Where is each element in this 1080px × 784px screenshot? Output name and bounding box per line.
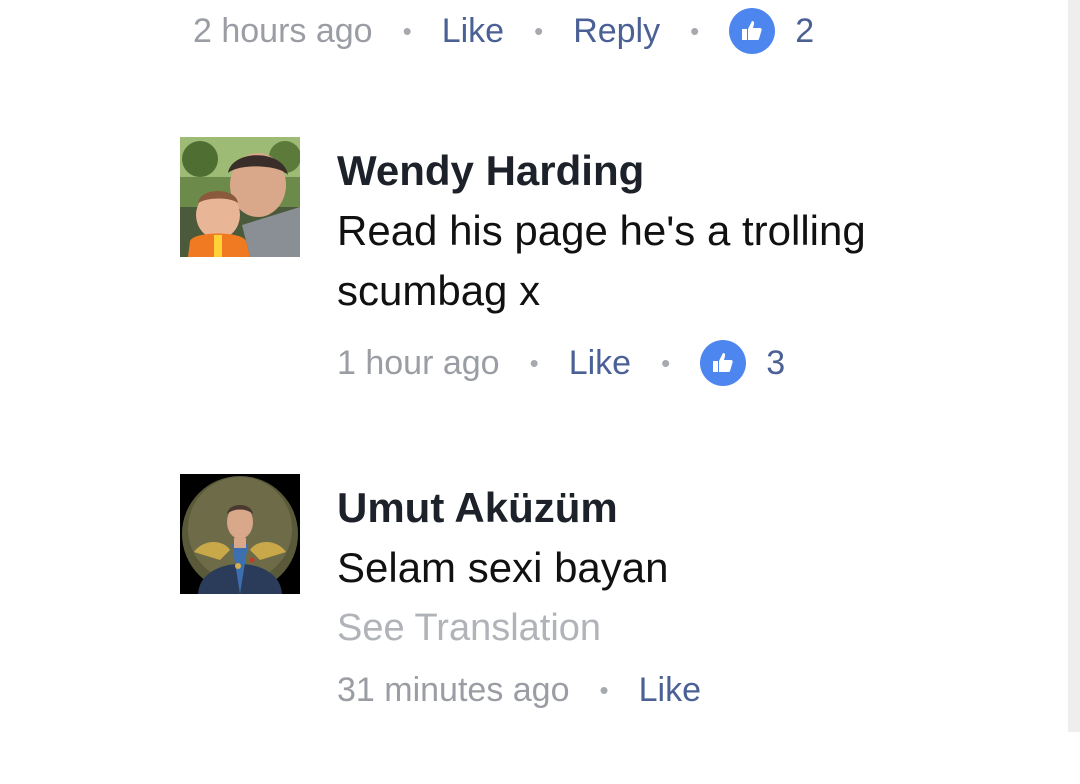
separator-dot: • xyxy=(661,347,671,378)
comment-meta: 1 hour ago • Like • 3 xyxy=(337,333,1037,393)
comment-timestamp: 1 hour ago xyxy=(337,343,500,382)
comment-timestamp: 31 minutes ago xyxy=(337,670,570,709)
prev-comment-meta: 2 hours ago • Like • Reply • 2 xyxy=(193,1,814,61)
avatar[interactable] xyxy=(180,474,300,594)
like-link[interactable]: Like xyxy=(442,12,504,51)
avatar[interactable] xyxy=(180,137,300,257)
comment-author[interactable]: Wendy Harding xyxy=(337,141,1037,201)
separator-dot: • xyxy=(690,15,700,46)
separator-dot: • xyxy=(402,15,412,46)
reply-link[interactable]: Reply xyxy=(573,12,660,51)
separator-dot: • xyxy=(529,347,539,378)
comment-body: Umut Aküzüm Selam sexi bayan See Transla… xyxy=(337,474,1037,720)
comment-timestamp: 2 hours ago xyxy=(193,11,373,50)
scrollbar-track[interactable] xyxy=(1068,0,1080,732)
see-translation-link[interactable]: See Translation xyxy=(337,598,1037,658)
comment-author[interactable]: Umut Aküzüm xyxy=(337,478,1037,538)
like-count[interactable]: 2 xyxy=(795,12,814,51)
separator-dot: • xyxy=(534,15,544,46)
comment-text: Read his page he's a trolling scumbag x xyxy=(337,207,866,314)
thumbs-up-icon[interactable] xyxy=(729,8,776,54)
separator-dot: • xyxy=(599,674,609,705)
comment-text: Selam sexi bayan xyxy=(337,544,669,591)
like-link[interactable]: Like xyxy=(569,344,631,383)
like-link[interactable]: Like xyxy=(639,671,701,710)
comment-meta: 31 minutes ago • Like xyxy=(337,660,1037,720)
thumbs-up-icon[interactable] xyxy=(700,340,747,386)
like-count[interactable]: 3 xyxy=(766,344,785,383)
comment-body: Wendy Harding Read his page he's a troll… xyxy=(337,137,1037,393)
